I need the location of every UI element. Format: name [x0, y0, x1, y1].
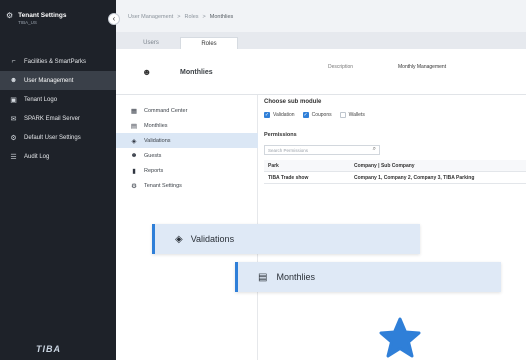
main-content: User Management > Roles > Monthlies User…: [116, 0, 526, 360]
column-header-company: Company | Sub Company: [354, 162, 415, 169]
sidebar-item-label: Facilities & SmartParks: [24, 58, 87, 65]
description-label: Description: [328, 64, 354, 70]
module-monthlies[interactable]: ▤ Monthlies: [116, 118, 258, 133]
callout-label: Validations: [190, 234, 235, 244]
mail-icon: ✉: [10, 115, 17, 123]
breadcrumb-user-management[interactable]: User Management: [128, 14, 173, 20]
breadcrumb-roles[interactable]: Roles: [184, 14, 198, 20]
sidebar: ⚙ Tenant Settings TIBA_US ⌐ Facilities &…: [0, 0, 116, 360]
tabs-bar: Users Roles: [116, 32, 526, 49]
settings-icon: ⚙: [131, 182, 137, 190]
tenant-subtitle: TIBA_US: [18, 20, 37, 25]
module-label: Tenant Settings: [144, 182, 182, 189]
column-header-park: Park: [268, 162, 279, 169]
tab-users[interactable]: Users: [122, 37, 180, 49]
checkbox-label: Validation: [273, 112, 295, 118]
sidebar-item-label: Tenant Logo: [24, 96, 58, 103]
tenant-header[interactable]: ⚙ Tenant Settings TIBA_US: [6, 12, 66, 26]
sidebar-item-label: SPARK Email Server: [24, 115, 80, 122]
module-guests[interactable]: ☻ Guests: [116, 148, 258, 163]
audit-icon: ☰: [10, 153, 17, 161]
cell-company: Company 1, Company 2, Company 3, TIBA Pa…: [354, 174, 475, 181]
submodule-options: ✓ Validation ✓ Coupons Wallets: [264, 112, 365, 118]
module-validations[interactable]: ◈ Validations: [116, 133, 258, 148]
submodule-title: Choose sub module: [264, 99, 322, 105]
user-settings-icon: ⚙: [10, 134, 17, 142]
role-header: ☻ Monthlies Description Monthly Manageme…: [116, 49, 526, 95]
report-icon: ▮: [132, 167, 136, 175]
sidebar-item-tenant-logo[interactable]: ▣ Tenant Logo: [0, 90, 116, 109]
sidebar-item-label: User Management: [24, 77, 74, 84]
permissions-table: Park Company | Sub Company TIBA Trade sh…: [264, 160, 526, 184]
sidebar-item-user-management[interactable]: ☻ User Management: [0, 71, 116, 90]
command-center-icon: ▦: [130, 107, 138, 115]
sidebar-item-facilities[interactable]: ⌐ Facilities & SmartParks: [0, 52, 116, 71]
id-card-icon: ▤: [258, 271, 268, 283]
role-users-icon: ☻: [142, 67, 152, 77]
parking-icon: ⌐: [11, 58, 16, 65]
cell-park: TIBA Trade show: [268, 174, 309, 181]
users-icon: ☻: [9, 77, 18, 84]
sidebar-nav: ⌐ Facilities & SmartParks ☻ User Managem…: [0, 52, 116, 166]
module-label: Validations: [144, 137, 171, 144]
search-icon[interactable]: ⌕: [373, 146, 376, 153]
tenant-title: Tenant Settings: [18, 12, 67, 19]
checkbox-checked-icon: ✓: [264, 112, 270, 118]
tab-roles[interactable]: Roles: [180, 37, 238, 49]
id-card-icon: ▤: [130, 122, 138, 130]
tiba-logo: TIBA: [36, 344, 61, 354]
module-label: Guests: [144, 152, 162, 159]
breadcrumb: User Management > Roles > Monthlies: [128, 14, 233, 20]
gear-icon: ⚙: [6, 11, 14, 20]
module-label: Reports: [144, 167, 164, 174]
sidebar-item-label: Default User Settings: [24, 134, 81, 141]
breadcrumb-separator: >: [202, 14, 206, 20]
checkbox-checked-icon: ✓: [302, 112, 309, 118]
tenant-text: Tenant Settings TIBA_US: [18, 12, 66, 26]
checkbox-coupons[interactable]: ✓ Coupons: [302, 112, 332, 118]
sidebar-item-email-server[interactable]: ✉ SPARK Email Server: [0, 109, 116, 128]
monthlies-callout: ▤ Monthlies: [235, 262, 501, 292]
image-icon: ▣: [10, 96, 17, 104]
module-tenant-settings[interactable]: ⚙ Tenant Settings: [116, 178, 258, 193]
table-header: Park Company | Sub Company: [264, 160, 526, 172]
module-label: Monthlies: [144, 122, 168, 129]
breadcrumb-separator: >: [177, 14, 181, 20]
table-row[interactable]: TIBA Trade show Company 1, Company 2, Co…: [264, 172, 526, 184]
validations-callout: ◈ Validations: [152, 224, 420, 254]
checkbox-validation[interactable]: ✓ Validation: [264, 112, 295, 118]
module-command-center[interactable]: ▦ Command Center: [116, 103, 258, 118]
sidebar-item-default-user-settings[interactable]: ⚙ Default User Settings: [0, 128, 116, 147]
module-reports[interactable]: ▮ Reports: [116, 163, 258, 178]
ticket-icon: ◈: [131, 137, 137, 145]
checkbox-label: Wallets: [348, 112, 365, 118]
checkbox-unchecked-icon: [339, 112, 346, 118]
star-icon: [379, 317, 421, 358]
module-label: Command Center: [144, 107, 188, 114]
search-placeholder: Search Permissions: [268, 148, 309, 153]
callout-label: Monthlies: [276, 272, 315, 282]
permissions-title: Permissions: [264, 132, 297, 138]
sidebar-item-audit-log[interactable]: ☰ Audit Log: [0, 147, 116, 166]
description-value: Monthly Management: [398, 64, 447, 70]
guests-icon: ☻: [130, 152, 138, 159]
role-name: Monthlies: [180, 69, 213, 76]
ticket-icon: ◈: [175, 233, 183, 245]
permissions-search-input[interactable]: Search Permissions ⌕: [264, 145, 380, 155]
chevron-left-icon[interactable]: ‹: [108, 13, 120, 25]
checkbox-label: Coupons: [311, 112, 332, 118]
sidebar-item-label: Audit Log: [24, 153, 50, 160]
breadcrumb-current: Monthlies: [209, 14, 234, 20]
checkbox-wallets[interactable]: Wallets: [339, 112, 365, 118]
